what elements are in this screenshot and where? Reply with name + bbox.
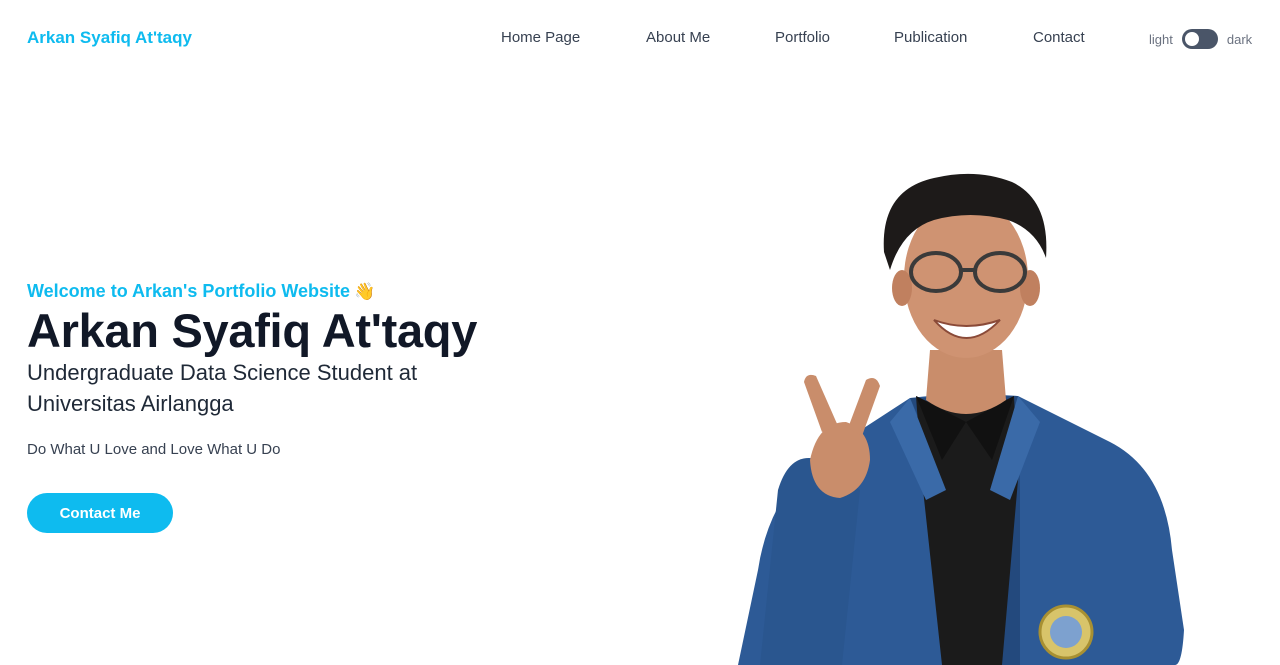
waving-hand-icon: 👋	[354, 282, 376, 301]
theme-switch: light dark	[1149, 29, 1252, 49]
light-label: light	[1149, 31, 1173, 47]
welcome-text: Welcome to Arkan's Portfolio Website	[27, 281, 351, 301]
profile-photo	[738, 173, 1184, 665]
theme-toggle-switch[interactable]	[1181, 29, 1218, 49]
welcome-heading: Welcome to Arkan's Portfolio Website 👋	[27, 281, 375, 302]
site-header: Arkan Syafiq At'taqy Home Page About Me …	[0, 0, 1280, 78]
nav-publication[interactable]: Publication	[894, 29, 967, 46]
nav-about-me[interactable]: About Me	[646, 29, 710, 46]
nav-home-page[interactable]: Home Page	[501, 29, 580, 46]
hero-name: Arkan Syafiq At'taqy	[27, 304, 478, 357]
hero-role: Undergraduate Data Science Student at Un…	[27, 360, 418, 416]
brand-logo-link[interactable]: Arkan Syafiq At'taqy	[27, 28, 192, 48]
nav-portfolio[interactable]: Portfolio	[775, 29, 830, 46]
portfolio-page: Arkan Syafiq At'taqy Home Page About Me …	[0, 0, 1280, 665]
nav-contact[interactable]: Contact	[1033, 29, 1085, 46]
hero-tagline: Do What U Love and Love What U Do	[27, 441, 281, 458]
contact-me-button[interactable]: Contact Me	[27, 493, 173, 533]
toggle-knob	[1184, 32, 1199, 46]
dark-label: dark	[1226, 31, 1253, 47]
